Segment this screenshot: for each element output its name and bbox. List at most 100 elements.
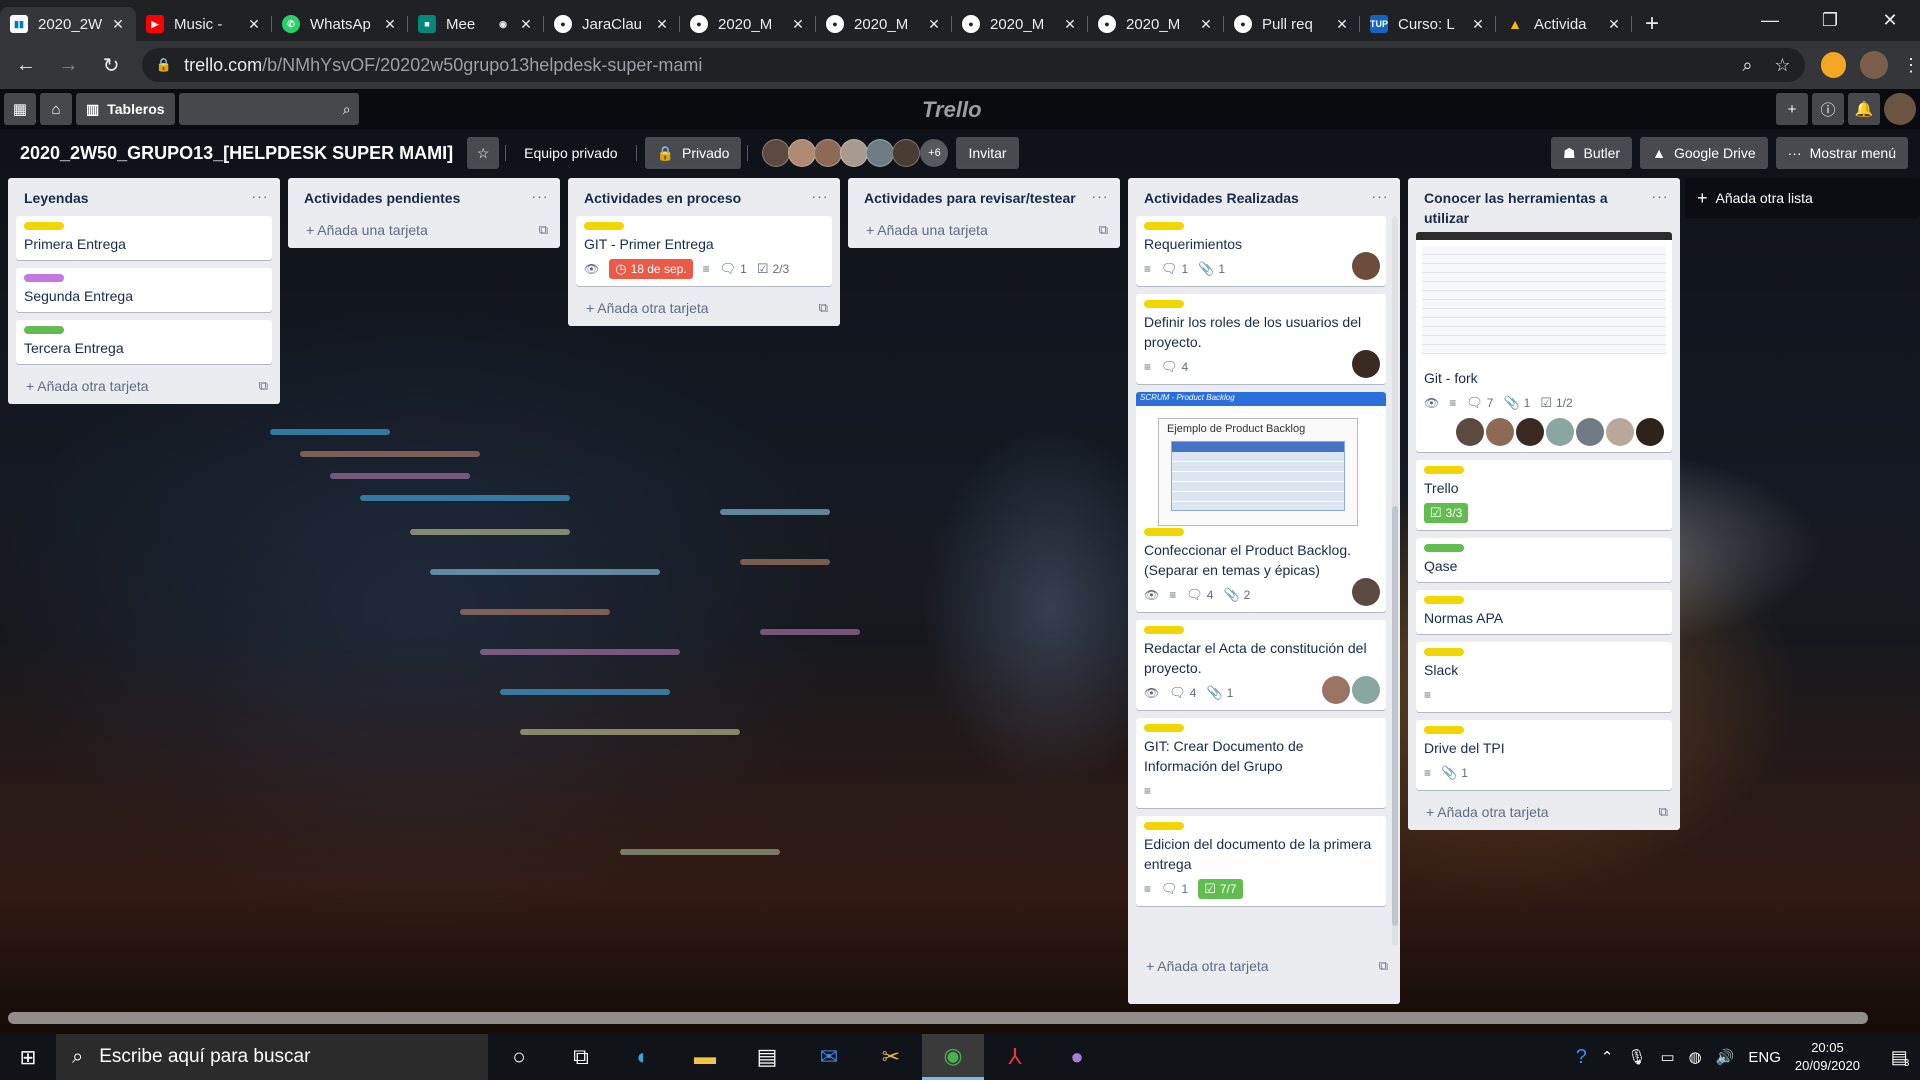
add-card-button[interactable]: + Añada otra tarjeta ⧉ (8, 372, 280, 404)
board-search-input[interactable]: ⌕ (178, 93, 359, 125)
list-header[interactable]: Actividades Realizadas ··· (1128, 178, 1400, 216)
star-icon[interactable]: ☆ (467, 137, 500, 169)
card[interactable]: Drive del TPI ≡ 📎 1 (1416, 720, 1672, 790)
tab-github-3[interactable]: ● 2020_M ✕ (816, 7, 952, 41)
tab-github-2[interactable]: ● 2020_M ✕ (680, 7, 816, 41)
list-header[interactable]: Actividades para revisar/testear ··· (848, 178, 1120, 216)
close-icon[interactable]: ✕ (518, 16, 534, 33)
card-template-icon[interactable]: ⧉ (819, 300, 828, 316)
card-label[interactable] (24, 274, 64, 282)
member-avatar[interactable] (814, 139, 843, 167)
card[interactable]: Qase (1416, 538, 1672, 582)
microphone-icon[interactable]: 🎙 (1627, 1048, 1646, 1066)
chevron-up-icon[interactable]: ⌃ (1601, 1048, 1614, 1066)
close-icon[interactable]: ✕ (1334, 16, 1350, 33)
store-icon[interactable]: ▤ (736, 1034, 798, 1080)
close-icon[interactable]: ✕ (654, 16, 670, 33)
card[interactable]: Redactar el Acta de constitución del pro… (1136, 620, 1386, 710)
more-members-button[interactable]: +6 (920, 139, 949, 167)
team-button[interactable]: Equipo privado (512, 137, 629, 169)
list-menu-icon[interactable]: ··· (528, 188, 552, 204)
tab-github-4[interactable]: ● 2020_M ✕ (952, 7, 1088, 41)
volume-icon[interactable]: 🔊 (1716, 1048, 1735, 1066)
mail-icon[interactable]: ✉ (798, 1034, 860, 1080)
card-label[interactable] (1424, 648, 1464, 656)
show-menu-button[interactable]: ··· Mostrar menú (1775, 137, 1908, 169)
list-title[interactable]: Actividades en proceso (584, 188, 741, 208)
card-label[interactable] (1424, 466, 1464, 474)
forward-button[interactable]: → (52, 48, 86, 82)
member-avatar[interactable] (1456, 418, 1484, 446)
close-icon[interactable]: ✕ (110, 16, 126, 33)
card[interactable]: Slack ≡ (1416, 642, 1672, 712)
card[interactable]: Git - fork 👁 ≡ 🗨 7 📎 1 ☑ 1/2 (1416, 232, 1672, 452)
chrome-icon[interactable]: ◉ (922, 1034, 984, 1080)
tab-meet[interactable]: ■ Mee ◉ ✕ (408, 7, 544, 41)
maximize-button[interactable]: ❐ (1800, 0, 1860, 41)
card-template-icon[interactable]: ⧉ (539, 222, 548, 238)
list-title[interactable]: Actividades pendientes (304, 188, 460, 208)
card-label[interactable] (1144, 528, 1184, 536)
due-date-badge[interactable]: ◷ 18 de sep. (609, 259, 693, 279)
card-label[interactable] (1144, 300, 1184, 308)
card-label[interactable] (584, 222, 624, 230)
notifications-icon[interactable]: ▤ 3 (1880, 1034, 1920, 1080)
taskbar-search-input[interactable]: ⌕ Escribe aquí para buscar (56, 1034, 488, 1080)
visibility-button[interactable]: 🔒 Privado (644, 137, 742, 169)
board-title[interactable]: 2020_2W50_GRUPO13_[HELPDESK SUPER MAMI] (20, 143, 453, 164)
card-label[interactable] (1144, 626, 1184, 634)
home-icon[interactable]: ⌂ (40, 93, 72, 125)
add-card-button[interactable]: + Añada una tarjeta ⧉ (848, 216, 1120, 248)
tab-music[interactable]: ▶ Music - ✕ (136, 7, 272, 41)
add-card-button[interactable]: + Añada otra tarjeta ⧉ (1128, 952, 1400, 984)
notifications-bell-icon[interactable]: 🔔 (1848, 93, 1880, 125)
card-template-icon[interactable]: ⧉ (1099, 222, 1108, 238)
minimize-button[interactable]: — (1740, 0, 1800, 41)
file-explorer-icon[interactable]: ▬ (674, 1034, 736, 1080)
list-menu-icon[interactable]: ··· (1368, 188, 1392, 204)
tab-whatsapp[interactable]: ✆ WhatsAp ✕ (272, 7, 408, 41)
list-title[interactable]: Actividades Realizadas (1144, 188, 1299, 208)
tab-drive[interactable]: ▲ Activida ✕ (1496, 7, 1632, 41)
card-template-icon[interactable]: ⧉ (1659, 804, 1668, 820)
bookmark-star-icon[interactable]: ☆ (1774, 55, 1790, 76)
card-template-icon[interactable]: ⧉ (1379, 958, 1388, 974)
github-desktop-icon[interactable]: ● (1046, 1034, 1108, 1080)
close-window-button[interactable]: ✕ (1860, 0, 1920, 41)
member-avatar[interactable] (1322, 676, 1350, 704)
list-scrollbar[interactable] (1392, 216, 1398, 946)
edge-icon[interactable]: ◐ (612, 1034, 674, 1080)
card[interactable]: Segunda Entrega (16, 268, 272, 312)
list-header[interactable]: Conocer las herramientas a utilizar ··· (1408, 178, 1680, 232)
member-avatar[interactable] (1606, 418, 1634, 446)
close-icon[interactable]: ✕ (1198, 16, 1214, 33)
member-avatar[interactable] (1636, 418, 1664, 446)
list-title[interactable]: Actividades para revisar/testear (864, 188, 1076, 208)
task-view-icon[interactable]: ⧉ (550, 1034, 612, 1080)
list-title[interactable]: Leyendas (24, 188, 89, 208)
close-icon[interactable]: ✕ (790, 16, 806, 33)
member-avatar[interactable] (788, 139, 817, 167)
tab-github-1[interactable]: ● JaraClau ✕ (544, 7, 680, 41)
card[interactable]: Normas APA (1416, 590, 1672, 634)
close-icon[interactable]: ✕ (246, 16, 262, 33)
member-avatar[interactable] (1516, 418, 1544, 446)
member-avatar[interactable] (1352, 676, 1380, 704)
extension-icon[interactable] (1820, 52, 1847, 78)
card-label[interactable] (24, 326, 64, 334)
browser-menu-icon[interactable]: ⋮ (1902, 55, 1920, 76)
zoom-icon[interactable]: ⌕ (1742, 55, 1752, 76)
member-avatar[interactable] (1486, 418, 1514, 446)
card-template-icon[interactable]: ⧉ (259, 378, 268, 394)
list-menu-icon[interactable]: ··· (1088, 188, 1112, 204)
list-menu-icon[interactable]: ··· (808, 188, 832, 204)
list-title[interactable]: Conocer las herramientas a utilizar (1424, 188, 1624, 228)
reload-button[interactable]: ↻ (94, 48, 128, 82)
member-avatar[interactable] (762, 139, 791, 167)
board-scrollbar[interactable] (8, 1012, 1868, 1024)
butler-button[interactable]: ☗ Butler (1550, 137, 1633, 169)
create-icon[interactable]: + (1776, 93, 1808, 125)
list-menu-icon[interactable]: ··· (248, 188, 272, 204)
card[interactable]: Trello ☑ 3/3 (1416, 460, 1672, 530)
add-list-button[interactable]: + Añada otra lista (1685, 178, 1920, 218)
